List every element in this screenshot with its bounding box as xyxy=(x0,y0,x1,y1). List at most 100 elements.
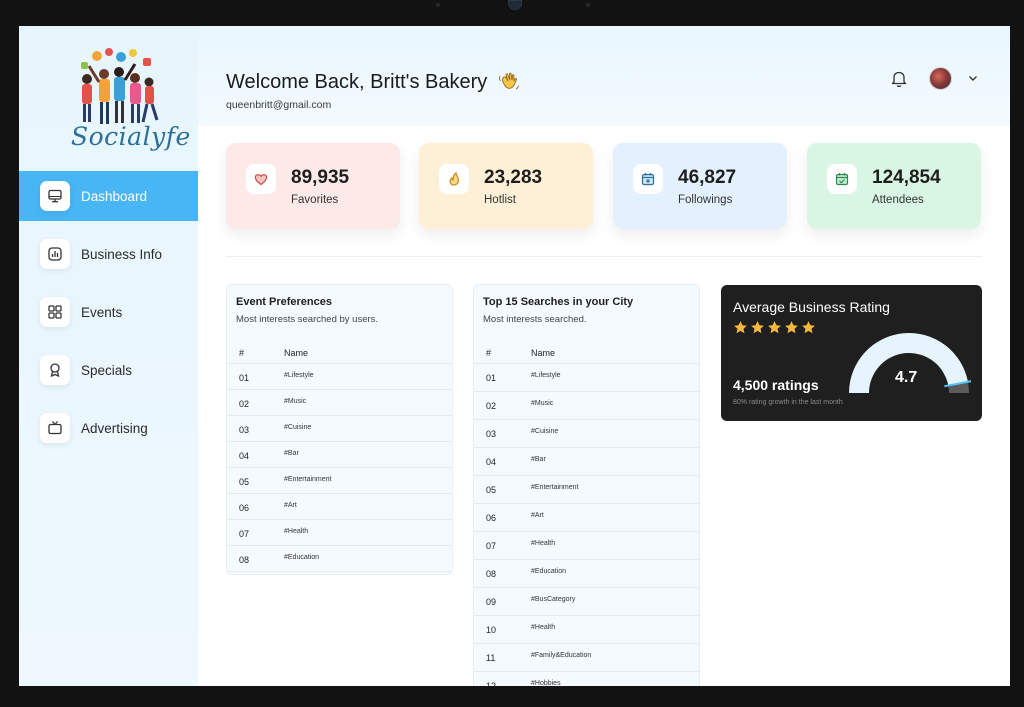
panel-title: Top 15 Searches in your City xyxy=(483,296,634,308)
stat-card-attendees[interactable]: 124,854 Attendees xyxy=(807,143,981,229)
table-row[interactable]: 07 #Health xyxy=(474,532,699,560)
row-name: #Art xyxy=(531,512,544,519)
flame-icon xyxy=(439,164,469,194)
star-icon xyxy=(768,321,781,334)
ratings-growth-note: 80% rating growth in the last month xyxy=(733,399,843,406)
row-name: #Art xyxy=(284,502,297,509)
star-icon xyxy=(785,321,798,334)
chart-icon xyxy=(40,239,70,269)
row-name: #Music xyxy=(531,400,554,407)
calendar-check-icon xyxy=(827,164,857,194)
table-body: 01 #Lifestyle 02 #Music 03 #Cuisine 04 #Bar 05 #E… xyxy=(227,364,452,572)
row-number: 03 xyxy=(486,429,497,439)
table-row[interactable]: 04 #Bar xyxy=(474,448,699,476)
chevron-down-icon[interactable] xyxy=(968,73,978,83)
row-name: #Health xyxy=(531,624,556,631)
row-name: #Music xyxy=(284,398,307,405)
stat-card-followings[interactable]: 46,827 Followings xyxy=(613,143,787,229)
row-number: 04 xyxy=(486,457,497,467)
row-number: 11 xyxy=(486,653,496,663)
row-number: 08 xyxy=(486,569,497,579)
sidebar-nav: Dashboard Business Info Events Specials … xyxy=(19,171,198,461)
table-row[interactable]: 01 #Lifestyle xyxy=(474,364,699,392)
row-name: #Education xyxy=(284,554,320,561)
sidebar-item-label: Advertising xyxy=(81,420,148,436)
row-number: 12 xyxy=(486,681,497,686)
tv-icon xyxy=(40,413,70,443)
sidebar-item-specials[interactable]: Specials xyxy=(19,345,198,395)
table-row[interactable]: 07 #Health xyxy=(227,520,452,546)
event-preferences-panel: Event Preferences Most interests searche… xyxy=(226,284,453,575)
row-number: 06 xyxy=(486,513,497,523)
stat-value: 89,935 xyxy=(291,167,350,188)
row-number: 01 xyxy=(486,373,497,383)
waving-hand-icon xyxy=(499,72,520,90)
table-row[interactable]: 04 #Bar xyxy=(227,442,452,468)
table-row[interactable]: 02 #Music xyxy=(227,390,452,416)
table-row[interactable]: 05 #Entertainment xyxy=(227,468,452,494)
row-name: #Cuisine xyxy=(531,428,559,435)
brand-logo-text: Socialyfe xyxy=(71,122,191,151)
account-email: queenbritt@gmail.com xyxy=(226,99,332,111)
column-header-name: Name xyxy=(284,348,309,358)
row-name: #Cuisine xyxy=(284,424,312,431)
row-name: #Hobbies xyxy=(531,680,561,686)
monitor-icon xyxy=(40,181,70,211)
heart-icon xyxy=(246,164,276,194)
stat-value: 46,827 xyxy=(678,167,737,188)
sidebar-item-business-info[interactable]: Business Info xyxy=(19,229,198,279)
row-name: #Entertainment xyxy=(284,476,332,483)
stat-card-hotlist[interactable]: 23,283 Hotlist xyxy=(419,143,593,229)
sidebar-item-label: Specials xyxy=(81,362,133,378)
award-icon xyxy=(40,355,70,385)
row-name: #Bar xyxy=(284,450,299,457)
row-number: 01 xyxy=(239,373,250,383)
top-searches-panel: Top 15 Searches in your City Most intere… xyxy=(473,284,700,686)
row-number: 02 xyxy=(486,401,497,411)
row-name: #Health xyxy=(531,540,556,547)
sidebar-item-events[interactable]: Events xyxy=(19,287,198,337)
sidebar-item-advertising[interactable]: Advertising xyxy=(19,403,198,453)
row-number: 02 xyxy=(239,399,250,409)
app-screen: Socialyfe Dashboard Business Info Events… xyxy=(19,26,1010,686)
table-row[interactable]: 12 #Hobbies xyxy=(474,672,699,686)
table-row[interactable]: 03 #Cuisine xyxy=(227,416,452,442)
row-number: 03 xyxy=(239,425,250,435)
star-rating xyxy=(733,320,816,335)
table-row[interactable]: 09 #BusCategory xyxy=(474,588,699,616)
table-row[interactable]: 05 #Entertainment xyxy=(474,476,699,504)
stat-value: 23,283 xyxy=(484,167,543,188)
table-body: 01 #Lifestyle 02 #Music 03 #Cuisine 04 #Bar 05 #E… xyxy=(474,364,699,686)
table-row[interactable]: 10 #Health xyxy=(474,616,699,644)
table-row[interactable]: 02 #Music xyxy=(474,392,699,420)
sidebar-item-dashboard[interactable]: Dashboard xyxy=(19,171,198,221)
table-row[interactable]: 08 #Education xyxy=(227,546,452,572)
row-number: 08 xyxy=(239,555,250,565)
row-number: 05 xyxy=(486,485,497,495)
table-row[interactable]: 06 #Art xyxy=(227,494,452,520)
row-number: 04 xyxy=(239,451,250,461)
row-name: #Bar xyxy=(531,456,546,463)
table-row[interactable]: 11 #Family&Education xyxy=(474,644,699,672)
bell-icon[interactable] xyxy=(890,69,908,89)
star-icon xyxy=(751,321,764,334)
welcome-text: Welcome Back, Britt's Bakery xyxy=(226,70,488,93)
rating-title: Average Business Rating xyxy=(733,299,890,315)
table-row[interactable]: 06 #Art xyxy=(474,504,699,532)
row-number: 07 xyxy=(239,529,250,539)
sidebar-item-label: Dashboard xyxy=(81,188,148,204)
camera-icon xyxy=(508,0,522,10)
row-name: #BusCategory xyxy=(531,596,576,603)
ratings-count: 4,500 ratings xyxy=(733,377,819,393)
row-number: 06 xyxy=(239,503,250,513)
panel-title: Event Preferences xyxy=(236,296,332,308)
bezel-sensor xyxy=(586,3,590,7)
table-row[interactable]: 08 #Education xyxy=(474,560,699,588)
table-row[interactable]: 01 #Lifestyle xyxy=(227,364,452,390)
page-title: Welcome Back, Britt's Bakery xyxy=(226,70,521,94)
stat-card-favorites[interactable]: 89,935 Favorites xyxy=(226,143,400,229)
row-number: 10 xyxy=(486,625,497,635)
row-number: 09 xyxy=(486,597,497,607)
avatar[interactable] xyxy=(929,67,952,90)
table-row[interactable]: 03 #Cuisine xyxy=(474,420,699,448)
